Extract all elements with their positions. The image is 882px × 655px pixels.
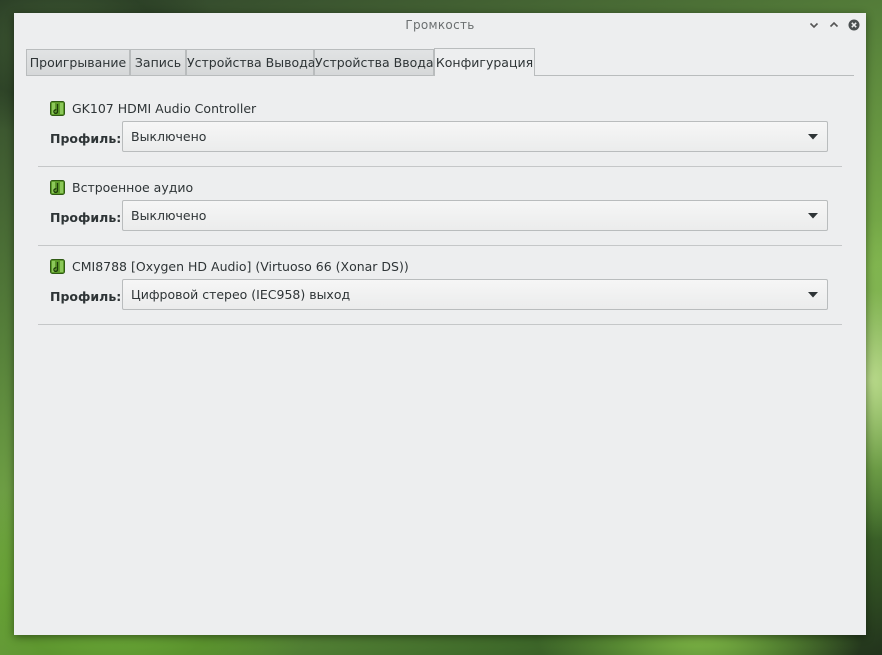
profile-value: Выключено: [131, 208, 207, 223]
profile-label: Профиль:: [50, 210, 122, 225]
profile-label: Профиль:: [50, 289, 122, 304]
sound-card-icon: [50, 180, 65, 195]
card-builtin-audio: Встроенное аудио Профиль: Выключено: [38, 179, 842, 239]
tab-output-devices[interactable]: Устройства Вывода: [186, 49, 315, 75]
sound-card-icon: [50, 259, 65, 274]
profile-value: Выключено: [131, 129, 207, 144]
tab-configuration[interactable]: Конфигурация: [434, 48, 535, 76]
divider: [38, 324, 842, 325]
tab-recording[interactable]: Запись: [130, 49, 186, 75]
profile-dropdown[interactable]: Выключено: [122, 121, 828, 152]
profile-dropdown[interactable]: Цифровой стерео (IEC958) выход: [122, 279, 828, 310]
profile-value: Цифровой стерео (IEC958) выход: [131, 287, 351, 302]
card-title: GK107 HDMI Audio Controller: [72, 101, 257, 116]
divider: [38, 166, 842, 167]
volume-control-window: Громкость Проигрывание Запись Устройства…: [14, 13, 866, 635]
chevron-down-icon: [808, 292, 818, 298]
sound-card-icon: [50, 101, 65, 116]
divider: [38, 245, 842, 246]
profile-label: Профиль:: [50, 131, 122, 146]
maximize-icon[interactable]: [826, 17, 842, 33]
titlebar[interactable]: Громкость: [14, 13, 866, 37]
profile-dropdown[interactable]: Выключено: [122, 200, 828, 231]
window-title: Громкость: [405, 18, 475, 32]
chevron-down-icon: [808, 213, 818, 219]
chevron-down-icon: [808, 134, 818, 140]
minimize-icon[interactable]: [806, 17, 822, 33]
card-gk107-hdmi: GK107 HDMI Audio Controller Профиль: Вык…: [38, 100, 842, 160]
card-title: CMI8788 [Oxygen HD Audio] (Virtuoso 66 (…: [72, 259, 409, 274]
card-title: Встроенное аудио: [72, 180, 194, 195]
tab-playback[interactable]: Проигрывание: [26, 49, 130, 75]
window-controls: [806, 17, 862, 33]
card-cmi8788: CMI8788 [Oxygen HD Audio] (Virtuoso 66 (…: [38, 258, 842, 318]
tab-bar: Проигрывание Запись Устройства Вывода Ус…: [26, 48, 854, 76]
tab-input-devices[interactable]: Устройства Ввода: [314, 49, 434, 75]
close-icon[interactable]: [846, 17, 862, 33]
